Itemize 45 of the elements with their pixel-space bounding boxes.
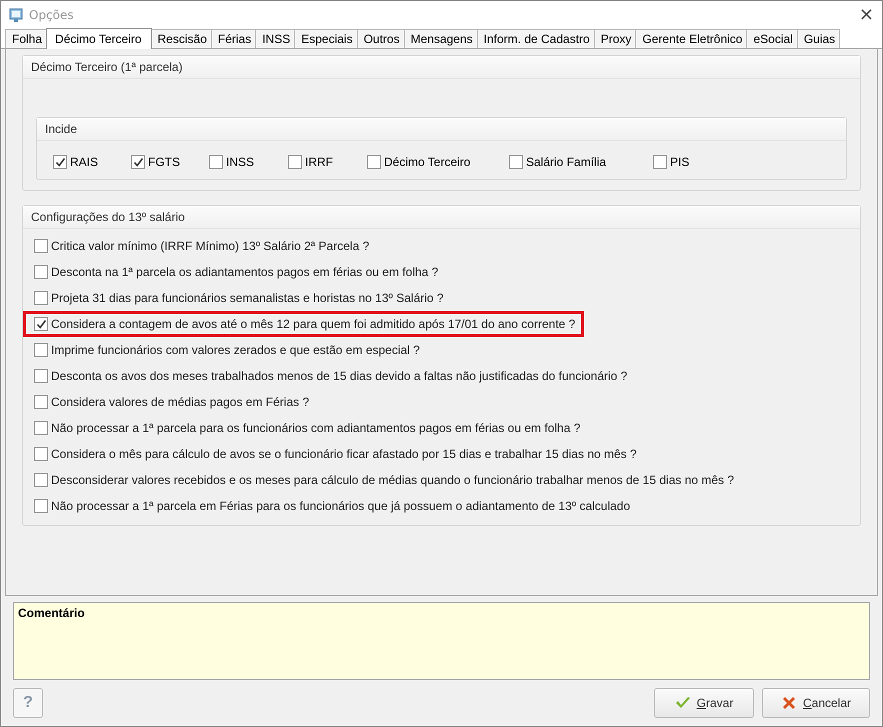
checkbox[interactable]: PIS (653, 155, 690, 169)
window-title: Opções (29, 8, 75, 22)
tab[interactable]: Décimo Terceiro (46, 28, 152, 49)
checkbox[interactable]: Desconta na 1ª parcela os adiantamentos pagos em férias ou em folha ? (34, 265, 438, 279)
checkbox[interactable]: Não processar a 1ª parcela em Férias para os funcionários que já possuem o adiantamento de 13º calculado (34, 499, 630, 513)
tab[interactable]: Proxy (594, 29, 636, 48)
checkbox[interactable]: Desconsiderar valores recebidos e os meses para cálculo de médias quando o funcionário trabalhar menos de 15 dias no mês ? (34, 473, 734, 487)
cancel-button[interactable]: Cancelar (762, 688, 870, 718)
group-title: Configurações do 13º salário (23, 206, 860, 229)
save-button[interactable]: Gravar (654, 688, 754, 718)
tab[interactable]: Mensagens (404, 29, 478, 48)
checkbox[interactable]: IRRF (288, 155, 367, 169)
tab[interactable]: Folha (5, 29, 48, 48)
checkmark-icon (36, 318, 46, 330)
tab[interactable]: Férias (210, 29, 256, 48)
check-icon (674, 696, 691, 710)
checkbox[interactable]: Considera a contagem de avos até o mês 12 para quem foi admitido após 17/01 do ano corrente ? (34, 317, 576, 331)
close-button[interactable]: × (858, 4, 874, 25)
checkbox[interactable]: Considera valores de médias pagos em Férias ? (34, 395, 310, 409)
checkbox[interactable]: RAIS (53, 155, 131, 169)
checkbox[interactable]: Não processar a 1ª parcela para os funcionários com adiantamentos pagos em férias ou em folha ? (34, 421, 580, 435)
tab[interactable]: Inform. de Cadastro (476, 29, 595, 48)
app-icon (9, 6, 25, 22)
tab[interactable]: Especiais (294, 29, 358, 48)
checkbox[interactable]: Décimo Terceiro (367, 155, 509, 169)
group-title: Décimo Terceiro (1ª parcela) (23, 56, 860, 79)
tab[interactable]: Rescisão (150, 29, 212, 48)
checkbox[interactable]: Considera o mês para cálculo de avos se o funcionário ficar afastado por 15 dias e trabalhar 15 dias no mês ? (34, 447, 637, 461)
checkmark-icon (132, 156, 144, 168)
checkbox[interactable]: Salário Família (509, 155, 653, 169)
checkbox[interactable]: INSS (209, 155, 288, 169)
checkbox[interactable]: Projeta 31 dias para funcionários semanalistas e horistas no 13º Salário ? (34, 291, 444, 305)
checkbox[interactable]: Imprime funcionários com valores zerados e que estão em especial ? (34, 343, 420, 357)
close-icon (780, 695, 797, 711)
tab[interactable]: INSS (255, 29, 296, 48)
tab[interactable]: eSocial (746, 29, 798, 48)
tab[interactable]: Outros (356, 29, 405, 48)
tab[interactable]: Gerente Eletrônico (635, 29, 748, 48)
comment-field[interactable]: Comentário (13, 602, 870, 680)
checkbox[interactable]: FGTS (131, 155, 209, 169)
checkbox[interactable]: Critica valor mínimo (IRRF Mínimo) 13º Salário 2ª Parcela ? (34, 239, 370, 253)
checkbox[interactable]: Desconta os avos dos meses trabalhados menos de 15 dias devido a faltas não justificadas do funcionário ? (34, 369, 628, 383)
tab[interactable]: Guias (796, 29, 840, 48)
group-title: Incide (37, 118, 846, 141)
checkmark-icon (54, 156, 66, 168)
